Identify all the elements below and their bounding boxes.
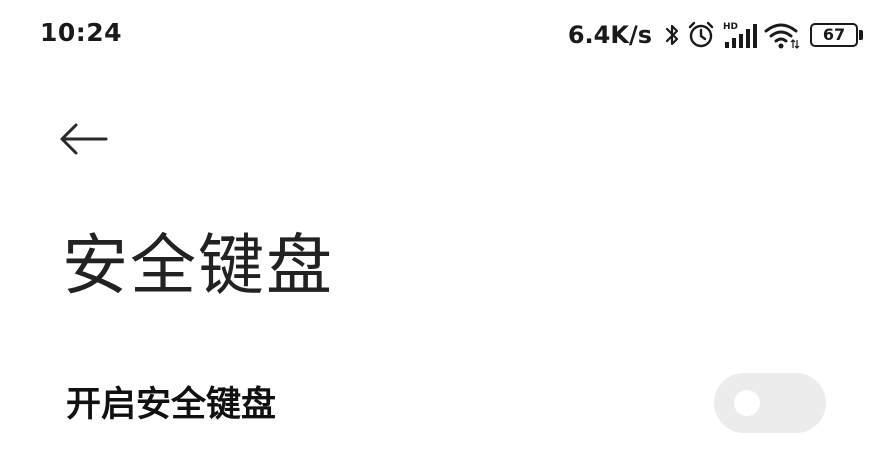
- page-title: 安全键盘: [62, 227, 334, 304]
- back-button[interactable]: [58, 116, 128, 166]
- status-bar: 10:24 6.4K/s HD 67: [0, 0, 888, 70]
- secure-keyboard-setting-row[interactable]: 开启安全键盘: [0, 360, 888, 450]
- network-speed: 6.4K/s: [567, 21, 652, 49]
- status-time: 10:24: [40, 18, 123, 47]
- secure-keyboard-toggle[interactable]: [714, 373, 826, 433]
- cellular-signal-icon: HD: [722, 20, 758, 50]
- toggle-knob: [734, 390, 760, 416]
- status-icons: 6.4K/s HD 67: [567, 18, 863, 52]
- secure-keyboard-label: 开启安全键盘: [66, 385, 277, 425]
- hd-label: HD: [723, 22, 738, 32]
- bluetooth-icon: [664, 21, 680, 49]
- wifi-icon: [764, 20, 800, 50]
- battery-icon: 67: [810, 23, 863, 47]
- arrow-left-icon: [58, 121, 110, 161]
- battery-level: 67: [822, 25, 846, 44]
- alarm-icon: [686, 20, 716, 50]
